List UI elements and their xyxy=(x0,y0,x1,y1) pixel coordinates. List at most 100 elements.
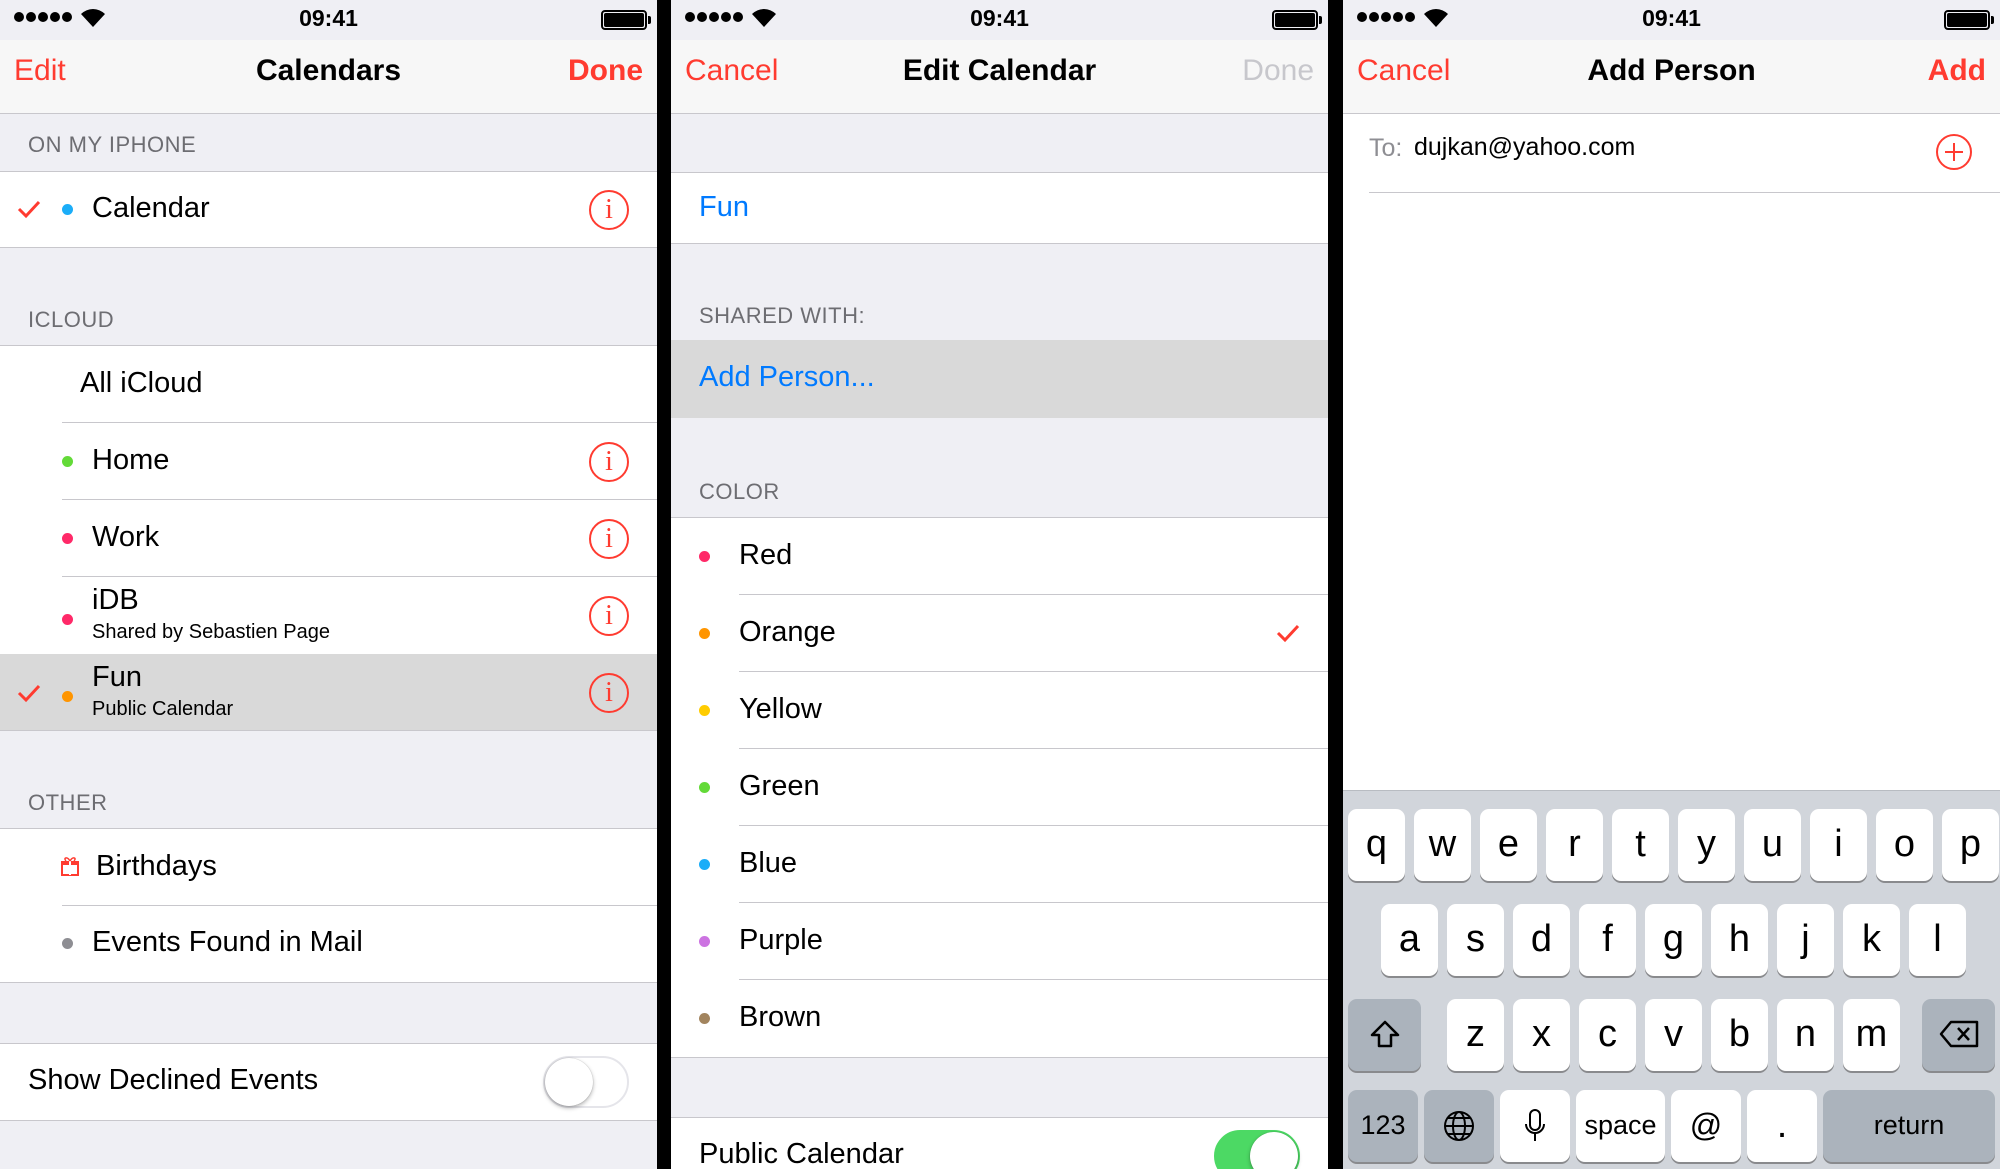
color-dot xyxy=(699,628,710,639)
calendar-row-fun[interactable]: Fun Public Calendar i xyxy=(0,654,657,730)
info-icon[interactable]: i xyxy=(589,190,629,230)
globe-key[interactable] xyxy=(1424,1090,1494,1162)
color-row-red[interactable]: Red xyxy=(671,518,1328,595)
color-row-purple[interactable]: Purple xyxy=(671,903,1328,980)
key-f[interactable]: f xyxy=(1579,904,1636,976)
done-button[interactable]: Done xyxy=(1242,54,1314,88)
page-title: Calendars xyxy=(255,54,402,87)
shift-icon xyxy=(1370,1020,1399,1048)
info-icon[interactable]: i xyxy=(589,442,629,482)
color-row-orange[interactable]: Orange xyxy=(671,595,1328,672)
key-d[interactable]: d xyxy=(1513,904,1570,976)
done-button[interactable]: Done xyxy=(568,54,643,88)
key-b[interactable]: b xyxy=(1711,999,1768,1071)
recipient-area: To: dujkan@yahoo.com xyxy=(1343,114,2000,790)
key-q[interactable]: q xyxy=(1348,809,1405,881)
section-header-on-my-iphone: ON MY IPHONE xyxy=(28,132,197,157)
key-z[interactable]: z xyxy=(1447,999,1504,1071)
color-dot xyxy=(62,938,73,949)
edit-calendar-screen: 09:41 Cancel Edit Calendar Done Fun SHAR… xyxy=(671,0,1328,1169)
key-h[interactable]: h xyxy=(1711,904,1768,976)
key-m[interactable]: m xyxy=(1843,999,1900,1071)
calendar-row-home[interactable]: Home i xyxy=(0,423,657,500)
calendar-row-work[interactable]: Work i xyxy=(0,500,657,577)
key-u[interactable]: u xyxy=(1744,809,1801,881)
color-dot xyxy=(699,705,710,716)
shift-key[interactable] xyxy=(1348,999,1421,1071)
page-title: Edit Calendar xyxy=(902,54,1097,87)
color-label: Brown xyxy=(739,1001,822,1033)
key-w[interactable]: w xyxy=(1414,809,1471,881)
key-x[interactable]: x xyxy=(1513,999,1570,1071)
calendar-row-idb[interactable]: iDB Shared by Sebastien Page i xyxy=(0,577,657,654)
key-r[interactable]: r xyxy=(1546,809,1603,881)
backspace-key[interactable] xyxy=(1922,999,1995,1071)
calendar-row-birthdays[interactable]: Birthdays xyxy=(0,829,657,906)
info-icon[interactable]: i xyxy=(589,596,629,636)
dictation-key[interactable] xyxy=(1500,1090,1570,1162)
calendar-name-field[interactable]: Fun xyxy=(671,173,1328,243)
show-declined-group: Show Declined Events xyxy=(0,1043,657,1121)
key-t[interactable]: t xyxy=(1612,809,1669,881)
calendar-label: Work xyxy=(92,521,160,553)
key-o[interactable]: o xyxy=(1876,809,1933,881)
key-p[interactable]: p xyxy=(1942,809,1999,881)
color-dot xyxy=(699,859,710,870)
calendar-row-calendar[interactable]: Calendar i xyxy=(0,172,657,247)
calendar-label: All iCloud xyxy=(80,367,203,399)
key-v[interactable]: v xyxy=(1645,999,1702,1071)
page-title: Add Person xyxy=(1587,54,1756,87)
color-row-yellow[interactable]: Yellow xyxy=(671,672,1328,749)
at-key[interactable]: @ xyxy=(1671,1090,1741,1162)
public-calendar-group: Public Calendar xyxy=(671,1117,1328,1169)
recipient-input[interactable]: dujkan@yahoo.com xyxy=(1414,133,1635,162)
show-declined-label: Show Declined Events xyxy=(28,1064,319,1096)
delete-icon xyxy=(1939,1020,1978,1048)
color-dot xyxy=(699,551,710,562)
calendar-row-events-found-in-mail[interactable]: Events Found in Mail xyxy=(0,906,657,982)
keyboard: 123 space @ . return qwertyuiop asdfghjkl… xyxy=(1343,790,2000,1169)
color-dot xyxy=(62,614,73,625)
add-person-row[interactable]: Add Person... xyxy=(671,340,1328,418)
key-k[interactable]: k xyxy=(1843,904,1900,976)
key-e[interactable]: e xyxy=(1480,809,1537,881)
toggle-knob xyxy=(1250,1132,1298,1169)
numbers-key[interactable]: 123 xyxy=(1348,1090,1418,1162)
key-a[interactable]: a xyxy=(1381,904,1438,976)
info-icon[interactable]: i xyxy=(589,519,629,559)
public-calendar-row: Public Calendar xyxy=(671,1118,1328,1169)
add-button[interactable]: Add xyxy=(1928,54,1986,88)
status-time: 09:41 xyxy=(970,5,1029,31)
key-c[interactable]: c xyxy=(1579,999,1636,1071)
calendar-label: Birthdays xyxy=(96,850,217,882)
color-dot xyxy=(62,691,73,702)
color-dot xyxy=(62,533,73,544)
key-l[interactable]: l xyxy=(1909,904,1966,976)
key-g[interactable]: g xyxy=(1645,904,1702,976)
space-key[interactable]: space xyxy=(1576,1090,1665,1162)
return-key[interactable]: return xyxy=(1823,1090,1995,1162)
color-row-brown[interactable]: Brown xyxy=(671,980,1328,1057)
key-i[interactable]: i xyxy=(1810,809,1867,881)
color-row-green[interactable]: Green xyxy=(671,749,1328,826)
color-label: Red xyxy=(739,539,793,571)
add-contact-icon[interactable] xyxy=(1936,134,1972,170)
show-declined-toggle[interactable] xyxy=(543,1056,629,1108)
color-label: Purple xyxy=(739,924,823,956)
divider xyxy=(1369,192,2000,193)
public-calendar-toggle[interactable] xyxy=(1214,1130,1300,1169)
battery-icon xyxy=(601,10,651,30)
show-declined-row: Show Declined Events xyxy=(0,1044,657,1120)
key-n[interactable]: n xyxy=(1777,999,1834,1071)
microphone-icon xyxy=(1525,1109,1545,1141)
period-key[interactable]: . xyxy=(1747,1090,1817,1162)
key-j[interactable]: j xyxy=(1777,904,1834,976)
key-s[interactable]: s xyxy=(1447,904,1504,976)
color-group: Red Orange Yellow Green Blue Purple Brown xyxy=(671,517,1328,1058)
section-header-shared-with: SHARED WITH: xyxy=(699,303,866,328)
color-row-blue[interactable]: Blue xyxy=(671,826,1328,903)
color-label: Yellow xyxy=(739,693,822,725)
calendar-row-all-icloud[interactable]: All iCloud xyxy=(0,346,657,423)
info-icon[interactable]: i xyxy=(589,673,629,713)
key-y[interactable]: y xyxy=(1678,809,1735,881)
